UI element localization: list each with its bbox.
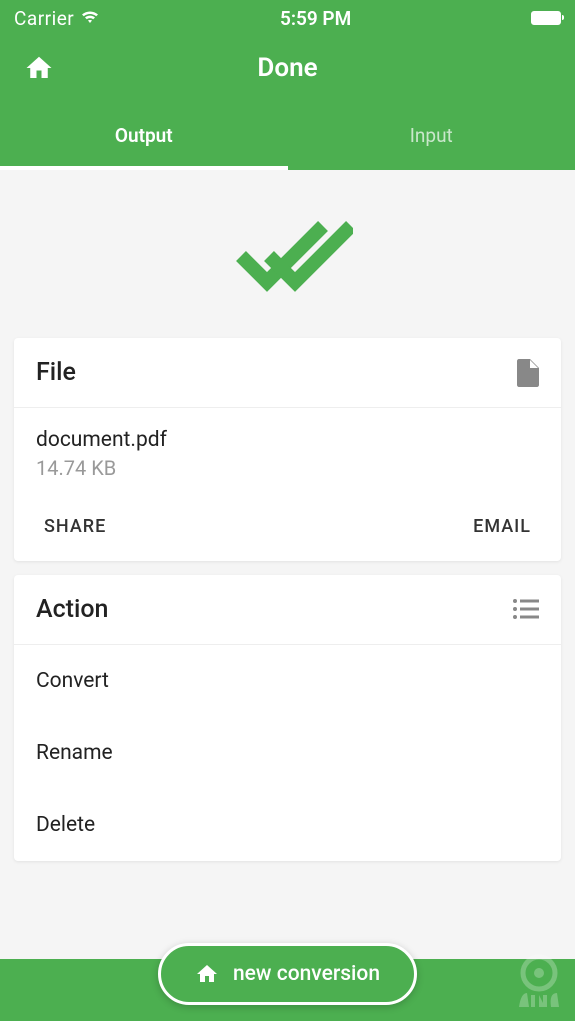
new-conversion-button[interactable]: new conversion — [158, 943, 417, 1005]
action-card: Action Convert Rename Delete — [14, 575, 561, 861]
home-icon[interactable] — [24, 53, 54, 83]
home-button-icon — [195, 962, 219, 986]
action-convert[interactable]: Convert — [14, 645, 561, 717]
email-button[interactable]: EMAIL — [473, 516, 531, 537]
page-title: Done — [257, 53, 317, 83]
file-card-title: File — [36, 358, 76, 387]
file-info: document.pdf 14.74 KB — [14, 408, 561, 496]
file-size: 14.74 KB — [36, 456, 539, 480]
bottom-bar: new conversion — [0, 959, 575, 1021]
action-delete[interactable]: Delete — [14, 789, 561, 861]
nav-bar: Done — [0, 36, 575, 100]
tab-output[interactable]: Output — [0, 100, 288, 170]
battery-icon — [531, 11, 561, 25]
wifi-icon — [80, 7, 100, 30]
file-card: File document.pdf 14.74 KB SHARE EMAIL — [14, 338, 561, 561]
list-icon — [513, 599, 539, 621]
share-button[interactable]: SHARE — [44, 516, 106, 537]
tab-input[interactable]: Input — [288, 100, 575, 170]
new-conversion-label: new conversion — [233, 962, 380, 986]
tab-input-label: Input — [410, 124, 453, 147]
content-area: File document.pdf 14.74 KB SHARE EMAIL A… — [0, 170, 575, 861]
file-actions: SHARE EMAIL — [14, 496, 561, 561]
app-header: Carrier 5:59 PM Done Output Input — [0, 0, 575, 170]
file-icon — [517, 359, 539, 387]
action-card-header: Action — [14, 575, 561, 645]
tabs: Output Input — [0, 100, 575, 170]
carrier-label: Carrier — [14, 7, 74, 30]
watermark-icon — [509, 951, 569, 1015]
action-rename[interactable]: Rename — [14, 717, 561, 789]
status-bar: Carrier 5:59 PM — [0, 0, 575, 36]
success-checkmark — [14, 170, 561, 338]
tab-output-label: Output — [115, 124, 173, 147]
file-card-header: File — [14, 338, 561, 408]
time-label: 5:59 PM — [280, 7, 351, 30]
file-name: document.pdf — [36, 428, 539, 452]
status-right — [531, 11, 561, 25]
status-left: Carrier — [14, 7, 100, 30]
action-card-title: Action — [36, 595, 108, 624]
